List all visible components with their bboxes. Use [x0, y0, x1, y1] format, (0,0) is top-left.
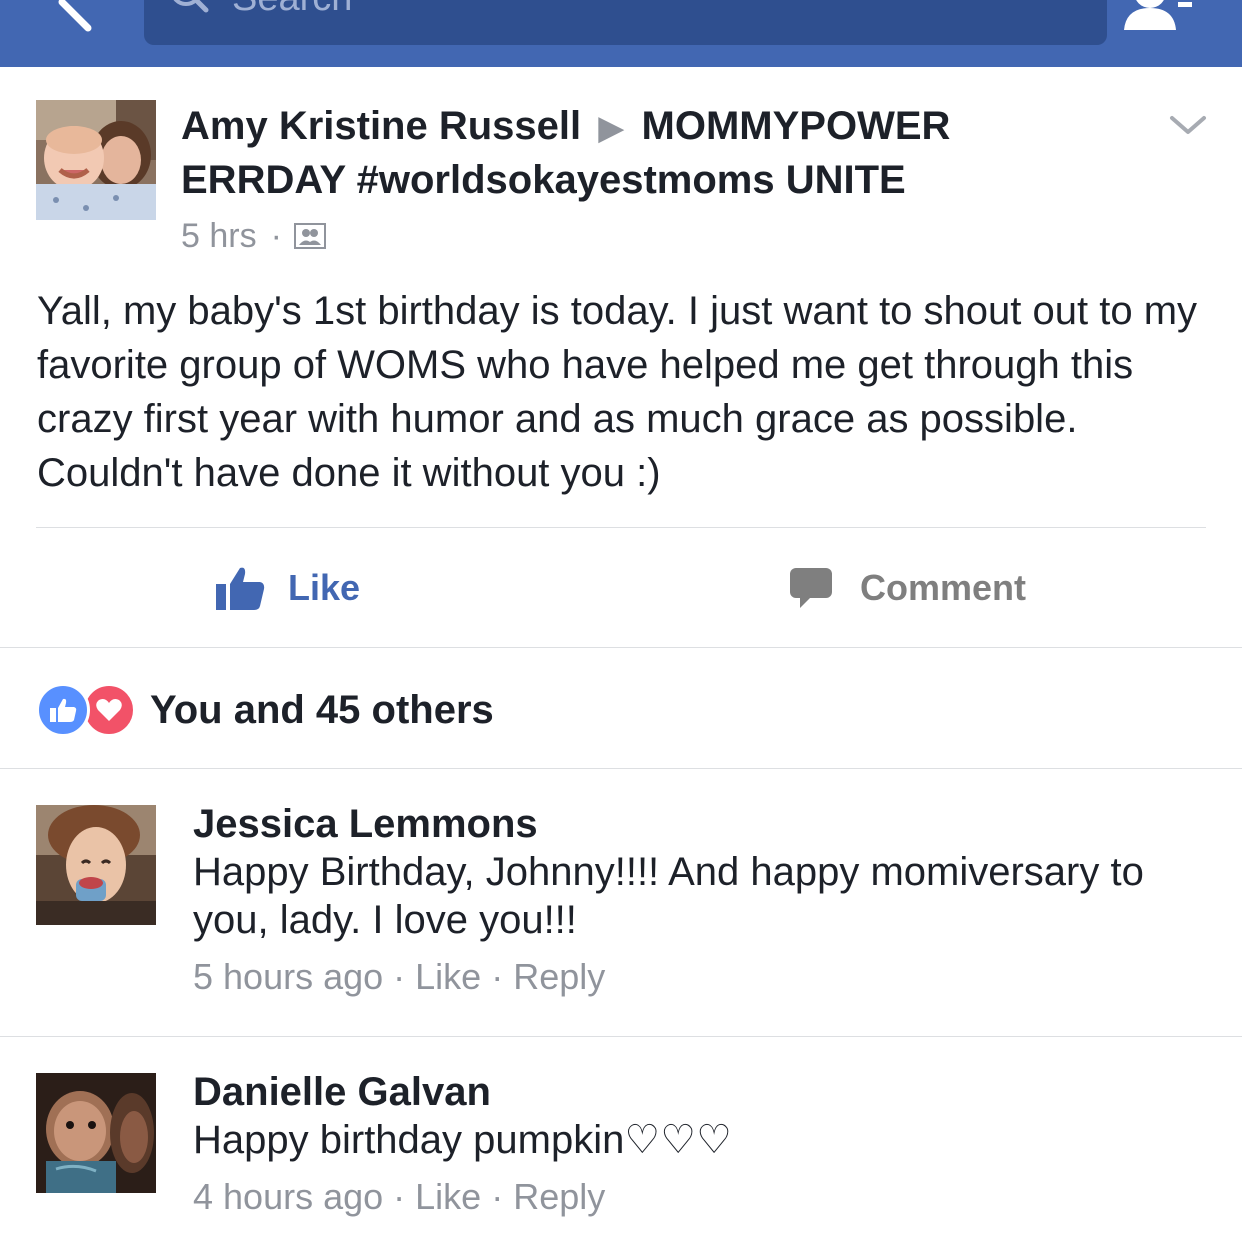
thumbs-up-icon	[216, 567, 265, 610]
comment-reply-link[interactable]: Reply	[513, 1176, 605, 1217]
comment-timestamp: 5 hours ago	[193, 956, 384, 997]
meta-separator: ·	[491, 1176, 504, 1217]
comment-reply-link[interactable]: Reply	[513, 956, 605, 997]
search-input[interactable]: Search	[144, 0, 1107, 45]
search-icon	[173, 0, 209, 13]
reactions-count-text: You and 45 others	[150, 687, 494, 732]
search-placeholder: Search	[232, 0, 352, 20]
comment-bubble-icon	[790, 568, 832, 608]
comment-timestamp: 4 hours ago	[193, 1176, 384, 1217]
comment-avatar[interactable]	[36, 1073, 156, 1193]
post-author-avatar[interactable]	[36, 100, 156, 220]
comment-avatar[interactable]	[36, 805, 156, 925]
post-header: Amy Kristine Russell ▶ MOMMYPOWER ERRDAY…	[181, 100, 1081, 206]
friend-requests-icon[interactable]	[1120, 0, 1194, 34]
divider	[0, 1036, 1242, 1037]
post-meta: 5 hrs ·	[181, 216, 326, 256]
chevron-down-icon[interactable]	[1168, 112, 1208, 138]
top-nav-bar: Search	[0, 0, 1242, 67]
back-arrow-icon[interactable]	[50, 0, 110, 40]
post-body-text: Yall, my baby's 1st birthday is today. I…	[37, 289, 1198, 495]
like-label: Like	[288, 567, 361, 608]
comment-meta: 5 hours ago · Like · Reply	[193, 956, 605, 998]
divider	[36, 527, 1206, 528]
post-author-name[interactable]: Amy Kristine Russell	[181, 104, 581, 148]
comment-author-name[interactable]: Danielle Galvan	[193, 1068, 491, 1116]
comment-label: Comment	[860, 567, 1027, 608]
comment-meta: 4 hours ago · Like · Reply	[193, 1176, 605, 1218]
meta-separator: ·	[393, 1176, 406, 1217]
meta-separator: ·	[270, 217, 282, 255]
divider	[0, 647, 1242, 648]
comment-text: Happy birthday pumpkin♡♡♡	[193, 1118, 732, 1162]
comment-text: Happy Birthday, Johnny!!!! And happy mom…	[193, 850, 1144, 942]
love-reaction-icon	[82, 683, 136, 737]
like-button[interactable]: Like	[214, 560, 360, 616]
group-audience-icon	[293, 223, 326, 249]
divider	[0, 768, 1242, 769]
reactions-summary[interactable]: You and 45 others	[36, 680, 494, 740]
like-reaction-icon	[36, 683, 90, 737]
meta-separator: ·	[393, 956, 406, 997]
post-timestamp[interactable]: 5 hrs	[181, 216, 257, 256]
comment-like-link[interactable]: Like	[415, 1176, 481, 1217]
post-target-arrow: ▶	[598, 109, 625, 147]
comment-author-name[interactable]: Jessica Lemmons	[193, 800, 538, 848]
comment-like-link[interactable]: Like	[415, 956, 481, 997]
comment-button[interactable]: Comment	[788, 560, 1026, 616]
meta-separator: ·	[491, 956, 504, 997]
